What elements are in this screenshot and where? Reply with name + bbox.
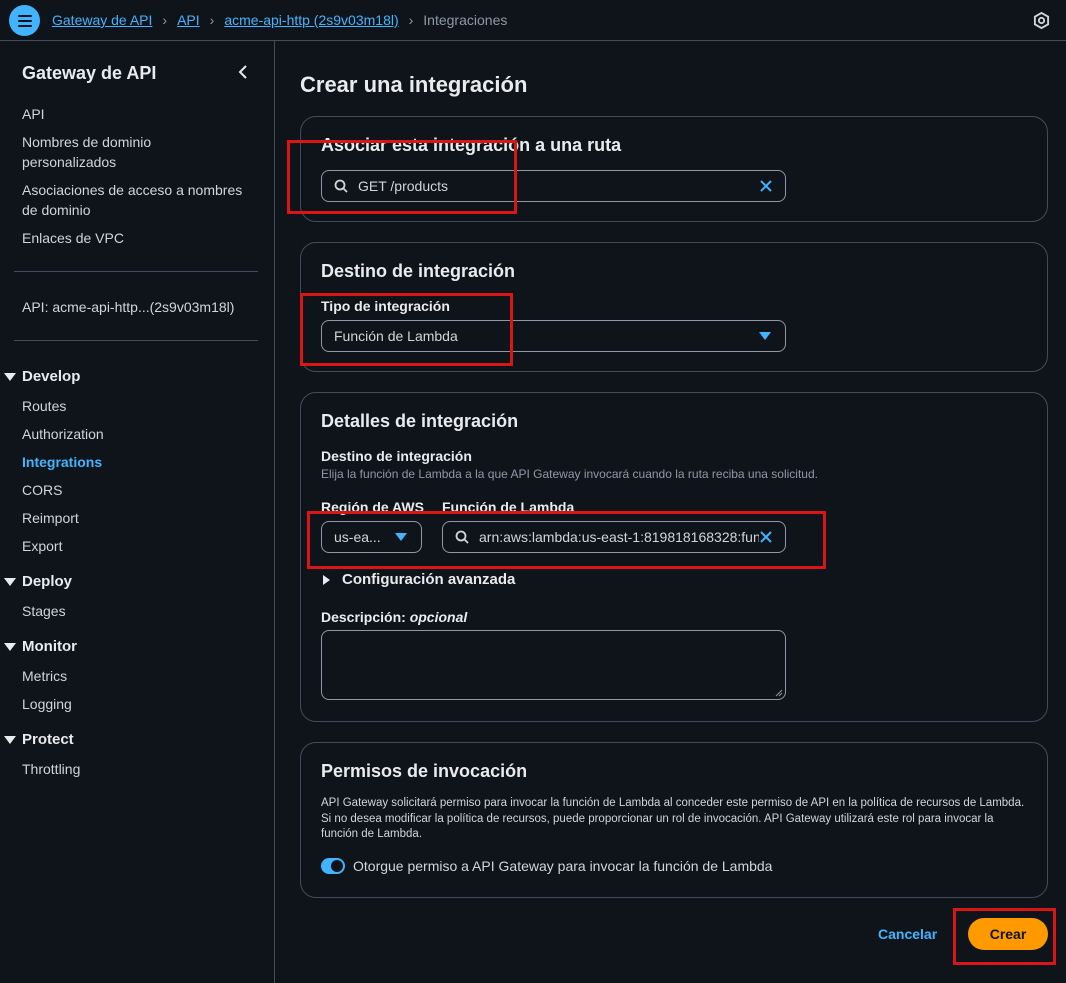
top-bar: Gateway de API › API › acme-api-http (2s…	[0, 0, 1066, 41]
search-icon	[334, 179, 348, 193]
permissions-card-title: Permisos de invocación	[321, 761, 528, 781]
caret-down-icon	[4, 372, 16, 381]
section-label: Monitor	[22, 638, 77, 655]
invoke-permissions-card: Permisos de invocación API Gateway solic…	[300, 742, 1048, 898]
caret-down-icon	[395, 533, 407, 541]
caret-down-icon	[4, 642, 16, 651]
sidebar-item-reimport[interactable]: Reimport	[22, 508, 79, 528]
caret-down-icon	[4, 577, 16, 586]
lambda-function-value: arn:aws:lambda:us-east-1:819818168328:fu…	[479, 529, 759, 545]
aws-region-select[interactable]: us-ea...	[321, 521, 422, 553]
lambda-function-label: Función de Lambda	[442, 499, 575, 515]
sidebar: Gateway de API API Nombres de dominio pe…	[0, 41, 275, 983]
breadcrumb-gateway-link[interactable]: Gateway de API	[52, 12, 152, 28]
advanced-settings-label: Configuración avanzada	[342, 571, 516, 588]
integration-type-select[interactable]: Función de Lambda	[321, 320, 786, 352]
sidebar-item-label: Asociaciones de acceso a nombres	[22, 182, 243, 198]
description-label-text: Descripción	[321, 609, 402, 625]
section-label: Protect	[22, 731, 74, 748]
advanced-settings-toggle[interactable]: Configuración avanzada	[323, 571, 515, 588]
details-card-title: Detalles de integración	[321, 411, 519, 431]
clear-icon[interactable]	[759, 179, 773, 193]
page-title: Crear una integración	[300, 72, 528, 97]
sidebar-item-metrics[interactable]: Metrics	[22, 666, 67, 686]
aws-region-value: us-ea...	[334, 529, 381, 545]
caret-right-icon	[323, 574, 330, 585]
sidebar-item-logging[interactable]: Logging	[22, 694, 72, 714]
integration-target-card: Destino de integración Tipo de integraci…	[300, 242, 1048, 372]
breadcrumb-current: Integraciones	[423, 12, 508, 28]
sidebar-divider	[14, 271, 258, 272]
permission-toggle-row: Otorgue permiso a API Gateway para invoc…	[321, 858, 772, 874]
sidebar-section-deploy[interactable]: Deploy	[4, 573, 72, 590]
route-search-input[interactable]: GET /products	[321, 170, 786, 202]
sidebar-item-label: personalizados	[22, 154, 117, 170]
target-card-title: Destino de integración	[321, 261, 516, 281]
sidebar-item-api[interactable]: API	[22, 104, 45, 124]
sidebar-item-cors[interactable]: CORS	[22, 480, 62, 500]
permission-toggle-label: Otorgue permiso a API Gateway para invoc…	[353, 858, 773, 874]
sidebar-section-protect[interactable]: Protect	[4, 731, 74, 748]
route-card: Asociar esta integración a una ruta GET …	[300, 116, 1048, 222]
integration-target-label: Destino de integración	[321, 448, 472, 464]
description-textarea[interactable]	[321, 630, 786, 700]
permissions-description: API Gateway solicitará permiso para invo…	[321, 797, 1025, 840]
sidebar-item-label: Nombres de dominio	[22, 134, 152, 150]
settings-icon[interactable]	[1033, 12, 1050, 29]
sidebar-item-domain-access[interactable]: Asociaciones de acceso a nombres de domi…	[22, 180, 242, 220]
lambda-function-input[interactable]: arn:aws:lambda:us-east-1:819818168328:fu…	[442, 521, 786, 553]
sidebar-section-develop[interactable]: Develop	[4, 368, 80, 385]
integration-type-label: Tipo de integración	[321, 298, 450, 314]
integration-details-card: Detalles de integración Destino de integ…	[300, 392, 1048, 722]
breadcrumb-api-link[interactable]: API	[177, 12, 200, 28]
caret-down-icon	[4, 735, 16, 744]
sidebar-divider	[14, 340, 258, 341]
caret-down-icon	[759, 332, 771, 340]
sidebar-item-vpc-links[interactable]: Enlaces de VPC	[22, 228, 124, 248]
sidebar-item-authorization[interactable]: Authorization	[22, 424, 104, 444]
integration-type-value: Función de Lambda	[334, 328, 458, 344]
section-label: Develop	[22, 368, 81, 385]
chevron-right-icon: ›	[162, 12, 168, 28]
description-label: Descripción: opcional	[321, 609, 468, 625]
chevron-right-icon: ›	[209, 12, 215, 28]
breadcrumb-api-name-link[interactable]: acme-api-http (2s9v03m18l)	[224, 12, 398, 28]
sidebar-item-integrations[interactable]: Integrations	[22, 452, 102, 472]
route-value: GET /products	[358, 178, 449, 194]
sidebar-item-routes[interactable]: Routes	[22, 396, 66, 416]
create-button[interactable]: Crear	[968, 918, 1048, 950]
sidebar-api-context[interactable]: API: acme-api-http...(2s9v03m18l)	[22, 297, 234, 317]
search-icon	[455, 530, 469, 544]
sidebar-title: Gateway de API	[22, 63, 157, 83]
breadcrumb: Gateway de API › API › acme-api-http (2s…	[52, 12, 507, 28]
chevron-left-icon[interactable]	[236, 63, 250, 81]
sidebar-item-stages[interactable]: Stages	[22, 601, 66, 621]
sidebar-item-export[interactable]: Export	[22, 536, 62, 556]
sidebar-item-label: de dominio	[22, 202, 91, 218]
route-card-title: Asociar esta integración a una ruta	[321, 135, 622, 155]
permission-toggle[interactable]	[321, 858, 345, 874]
sidebar-item-throttling[interactable]: Throttling	[22, 759, 80, 779]
optional-tag: opcional	[409, 609, 468, 625]
cancel-button[interactable]: Cancelar	[878, 926, 937, 942]
section-label: Deploy	[22, 573, 73, 590]
hamburger-menu-icon[interactable]	[9, 5, 40, 36]
chevron-right-icon: ›	[408, 12, 414, 28]
aws-region-label: Región de AWS	[321, 499, 424, 515]
sidebar-item-custom-domains[interactable]: Nombres de dominio personalizados	[22, 132, 151, 172]
clear-icon[interactable]	[759, 530, 773, 544]
resize-grip-icon[interactable]	[775, 689, 783, 697]
sidebar-section-monitor[interactable]: Monitor	[4, 638, 77, 655]
integration-target-hint: Elija la función de Lambda a la que API …	[321, 467, 818, 481]
